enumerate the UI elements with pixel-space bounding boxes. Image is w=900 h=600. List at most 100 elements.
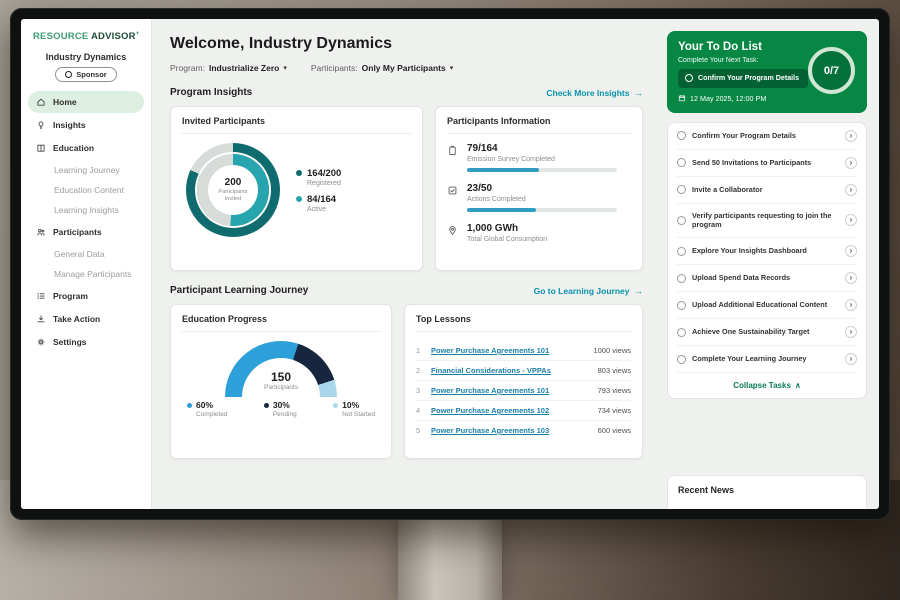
stat-label: Emission Survey Completed <box>467 156 617 163</box>
chevron-right-icon: › <box>850 159 853 167</box>
todo-next-task[interactable]: Confirm Your Program Details <box>678 69 808 88</box>
sidebar-item-label: Insights <box>53 120 86 130</box>
sidebar-item-take-action[interactable]: Take Action <box>28 308 144 330</box>
progress-fill <box>467 168 539 172</box>
stat-row: 23/50 Actions Completed <box>447 183 631 212</box>
todo-task-row[interactable]: Verify participants requesting to join t… <box>677 204 857 239</box>
monitor-bezel: RESOURCE ADVISOR+ Industry Dynamics Spon… <box>10 8 890 520</box>
task-chevron-button[interactable]: › <box>845 299 857 311</box>
progress-fill <box>467 208 536 212</box>
sidebar-item-label: Learning Journey <box>54 165 120 175</box>
gauge-legend-dot <box>187 403 192 408</box>
program-insights-header: Program Insights Check More Insights → <box>170 87 643 98</box>
sidebar-item-participants[interactable]: Participants <box>28 221 144 243</box>
task-chevron-button[interactable]: › <box>845 184 857 196</box>
task-checkbox-icon[interactable] <box>677 158 686 167</box>
task-chevron-button[interactable]: › <box>845 157 857 169</box>
todo-task-row[interactable]: Upload Spend Data Records › <box>677 265 857 292</box>
sidebar-item-label: Manage Participants <box>54 269 132 279</box>
home-icon <box>36 97 46 107</box>
todo-task-row[interactable]: Upload Additional Educational Content › <box>677 292 857 319</box>
participants-filter-dropdown[interactable]: Participants: Only My Participants ▾ <box>311 63 453 73</box>
lesson-views: 734 views <box>585 406 631 415</box>
stat-row: 1,000 GWh Total Global Consumption <box>447 223 631 243</box>
legend-label: Active <box>307 206 341 213</box>
checklist-icon <box>447 185 458 196</box>
lesson-link[interactable]: Power Purchase Agreements 102 <box>431 406 578 415</box>
sidebar-item-insights[interactable]: Insights <box>28 114 144 136</box>
legend-item: 164/200 Registered <box>296 168 341 187</box>
todo-progress-value: 0/7 <box>824 65 839 77</box>
task-chevron-button[interactable]: › <box>845 214 857 226</box>
lesson-link[interactable]: Power Purchase Agreements 101 <box>431 346 578 355</box>
task-checkbox-icon[interactable] <box>677 131 686 140</box>
sidebar-item-learning-insights[interactable]: Learning Insights <box>21 200 151 220</box>
lesson-views: 803 views <box>585 366 631 375</box>
sidebar-item-education[interactable]: Education <box>28 137 144 159</box>
card-title: Education Progress <box>182 314 380 332</box>
task-checkbox-icon[interactable] <box>677 328 686 337</box>
lesson-link[interactable]: Financial Considerations - VPPAs <box>431 366 578 375</box>
todo-task-row[interactable]: Achieve One Sustainability Target › <box>677 319 857 346</box>
stat-label: Actions Completed <box>467 196 617 203</box>
task-chevron-button[interactable]: › <box>845 353 857 365</box>
lesson-link[interactable]: Power Purchase Agreements 103 <box>431 426 578 435</box>
lesson-views: 600 views <box>585 426 631 435</box>
sidebar-item-education-content[interactable]: Education Content <box>21 180 151 200</box>
stat-value: 23/50 <box>467 183 617 194</box>
lesson-row: 2 Financial Considerations - VPPAs 803 v… <box>416 361 631 381</box>
participants-filter-value: Only My Participants <box>362 63 446 73</box>
sidebar-item-home[interactable]: Home <box>28 91 144 113</box>
sidebar-item-learning-journey[interactable]: Learning Journey <box>21 160 151 180</box>
donut-center-label: Participants Invited <box>213 189 253 203</box>
todo-summary-card: Your To Do List Complete Your Next Task:… <box>667 31 867 113</box>
todo-due-label: 12 May 2025, 12:00 PM <box>690 94 766 103</box>
todo-task-row[interactable]: Invite a Collaborator › <box>677 177 857 204</box>
lesson-row: 3 Power Purchase Agreements 101 793 view… <box>416 381 631 401</box>
card-title: Invited Participants <box>182 116 411 134</box>
todo-task-row[interactable]: Complete Your Learning Journey › <box>677 346 857 373</box>
lesson-views: 793 views <box>585 386 631 395</box>
task-checkbox-icon[interactable] <box>677 216 686 225</box>
collapse-tasks-button[interactable]: Collapse Tasks ∧ <box>677 373 857 398</box>
monitor-stand <box>398 518 502 600</box>
todo-task-row[interactable]: Explore Your Insights Dashboard › <box>677 238 857 265</box>
task-checkbox-icon[interactable] <box>677 274 686 283</box>
sidebar: RESOURCE ADVISOR+ Industry Dynamics Spon… <box>21 19 152 509</box>
arrow-right-icon: → <box>635 286 644 296</box>
dashboard-screen: RESOURCE ADVISOR+ Industry Dynamics Spon… <box>21 19 879 509</box>
legend-value: 30% <box>273 400 290 410</box>
legend-label: Not Started <box>342 411 375 418</box>
task-chevron-button[interactable]: › <box>845 130 857 142</box>
legend-label: Pending <box>273 411 297 418</box>
chevron-right-icon: › <box>850 301 853 309</box>
sidebar-item-manage-participants[interactable]: Manage Participants <box>21 264 151 284</box>
stat-row: 79/164 Emission Survey Completed <box>447 143 631 172</box>
task-checkbox-icon[interactable] <box>677 247 686 256</box>
task-chevron-button[interactable]: › <box>845 272 857 284</box>
book-icon <box>36 143 46 153</box>
task-checkbox-icon[interactable] <box>677 185 686 194</box>
sidebar-item-program[interactable]: Program <box>28 285 144 307</box>
task-chevron-button[interactable]: › <box>845 326 857 338</box>
gauge-center-value: 150 <box>182 370 380 384</box>
sidebar-item-settings[interactable]: Settings <box>28 331 144 353</box>
check-more-insights-link[interactable]: Check More Insights → <box>546 88 643 98</box>
task-label: Invite a Collaborator <box>692 185 839 195</box>
sidebar-item-label: Education Content <box>54 185 124 195</box>
checkbox-icon <box>685 74 693 82</box>
org-name: Industry Dynamics <box>21 52 151 62</box>
recent-news-title: Recent News <box>678 485 734 495</box>
task-checkbox-icon[interactable] <box>677 301 686 310</box>
task-chevron-button[interactable]: › <box>845 245 857 257</box>
program-filter-value: Industrialize Zero <box>209 63 279 73</box>
lightbulb-icon <box>36 120 46 130</box>
lesson-link[interactable]: Power Purchase Agreements 101 <box>431 386 578 395</box>
todo-task-row[interactable]: Send 50 Invitations to Participants › <box>677 150 857 177</box>
program-filter-dropdown[interactable]: Program: Industrialize Zero ▾ <box>170 63 287 73</box>
todo-task-row[interactable]: Confirm Your Program Details › <box>677 123 857 150</box>
task-checkbox-icon[interactable] <box>677 355 686 364</box>
sidebar-item-label: Learning Insights <box>54 205 119 215</box>
sidebar-item-general-data[interactable]: General Data <box>21 244 151 264</box>
go-to-learning-journey-link[interactable]: Go to Learning Journey → <box>534 286 643 296</box>
